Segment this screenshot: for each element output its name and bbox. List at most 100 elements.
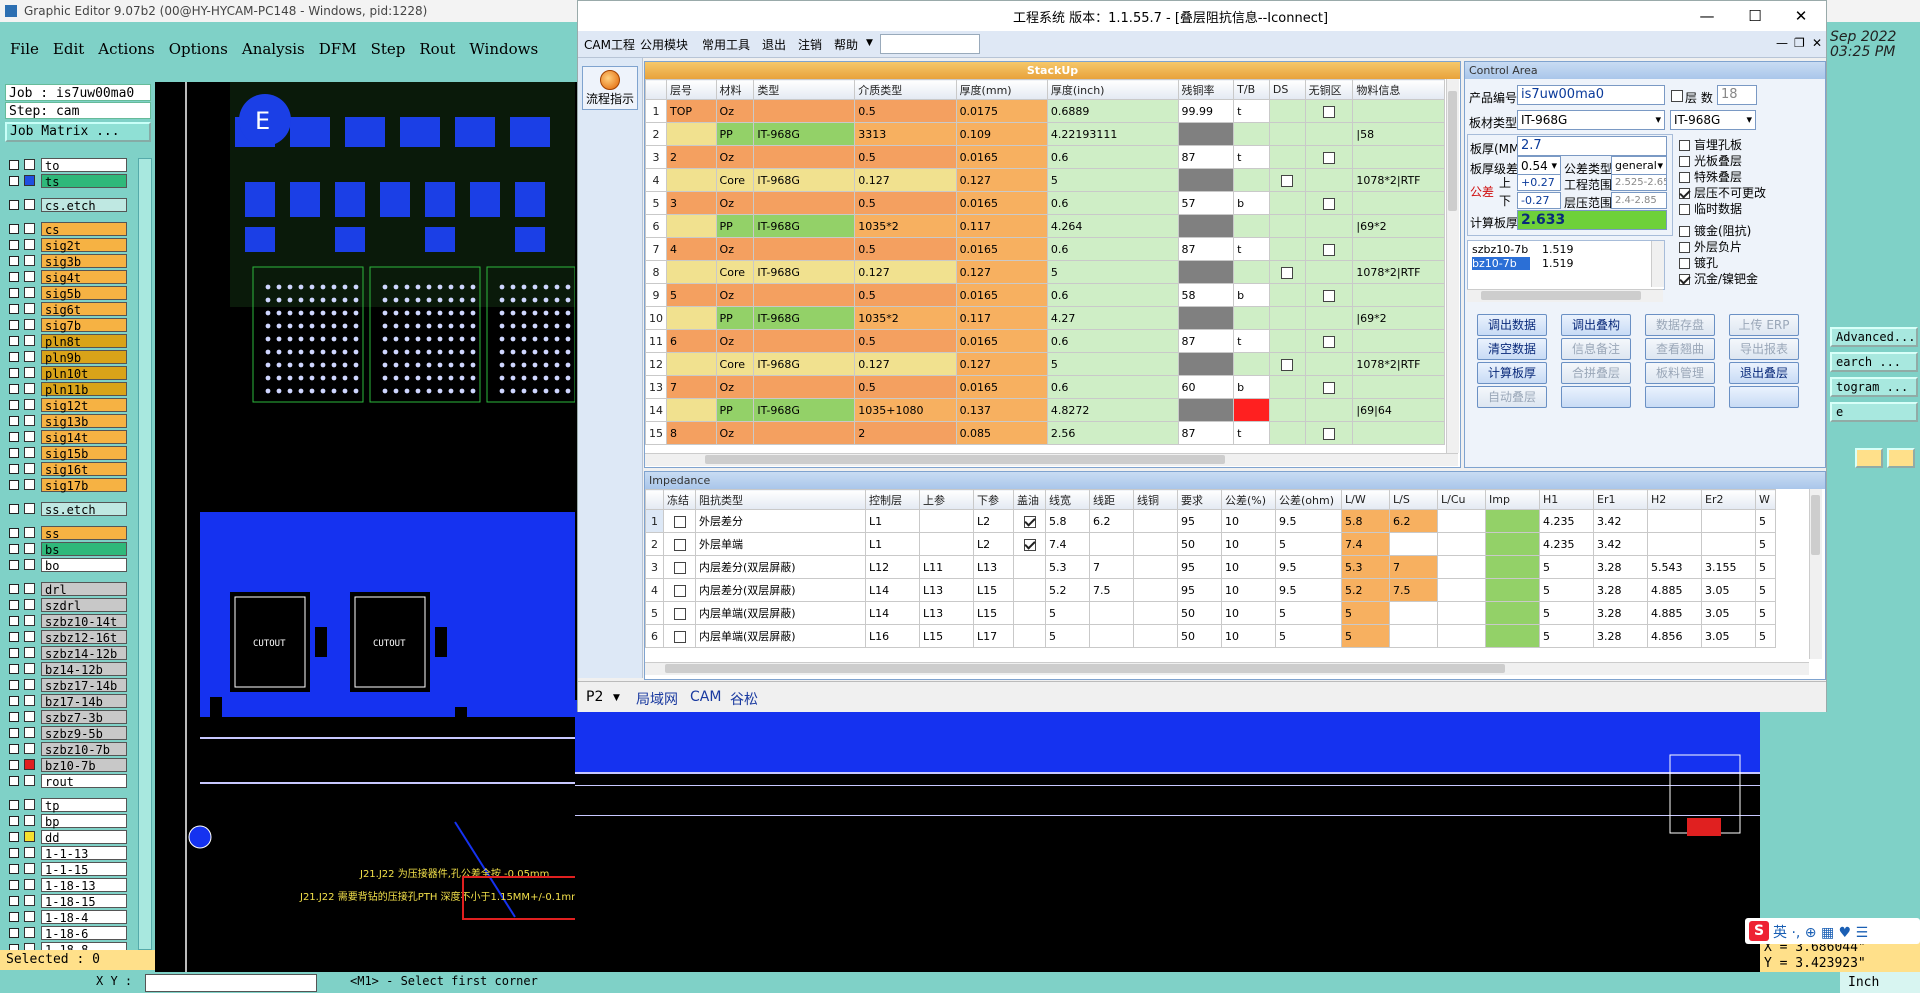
option-checkbox[interactable]: 临时数据	[1679, 200, 1742, 217]
impedance-tp-cell[interactable]: 10	[1221, 532, 1276, 556]
layer-color-swatch[interactable]	[24, 759, 35, 770]
impedance-tp-cell[interactable]: 10	[1221, 578, 1276, 602]
tb-cell[interactable]	[1233, 306, 1270, 330]
tb-cell[interactable]	[1233, 352, 1270, 376]
layer-color-swatch[interactable]	[24, 679, 35, 690]
layer-color-swatch[interactable]	[24, 911, 35, 922]
impedance-lw-cell[interactable]: 5	[1341, 624, 1390, 648]
impedance-row[interactable]: 4 内层差分(双层屏蔽) L14 L13 L15 5.2 7.5 95 10 9.5 5.2 7.5 5…	[645, 578, 1776, 602]
stackup-row[interactable]: 6 PP IT-968G 1035*2 0.117 4.264 |69*2	[645, 214, 1445, 238]
layer-checkbox[interactable]	[9, 560, 19, 570]
impedance-x-cell[interactable]: 5	[1755, 555, 1776, 579]
medium-cell[interactable]: 0.5	[854, 191, 957, 215]
stackup-row-number[interactable]: 15	[645, 421, 667, 445]
impedance-ctrl-cell[interactable]: L1	[865, 532, 920, 556]
bz-list-hscroll[interactable]	[1467, 289, 1663, 302]
stackup-row[interactable]: 1 TOP Oz 0.5 0.0175 0.6889 99.99 t	[645, 99, 1445, 123]
impedance-ctrl-cell[interactable]: L14	[865, 601, 920, 625]
layer-row[interactable]: bz17-14b	[5, 694, 127, 709]
impedance-type-cell[interactable]: 内层差分(双层屏蔽)	[695, 578, 866, 602]
layer-no-cell[interactable]: 2	[666, 145, 717, 169]
impedance-col-header[interactable]: Er2	[1701, 489, 1756, 510]
type-cell[interactable]: IT-968G	[753, 352, 856, 376]
impedance-h2-cell[interactable]: 4.885	[1647, 578, 1702, 602]
layer-row[interactable]: cs.etch	[5, 198, 127, 213]
option-checkbox[interactable]: 盲埋孔板	[1679, 136, 1742, 153]
layer-checkbox[interactable]	[9, 336, 19, 346]
layer-checkbox[interactable]	[9, 432, 19, 442]
layer-row[interactable]: pln9b	[5, 350, 127, 365]
control-button[interactable]: 板料管理	[1645, 362, 1715, 384]
layer-row[interactable]: sig6t	[5, 302, 127, 317]
layer-color-swatch[interactable]	[24, 255, 35, 266]
layer-row[interactable]: sig16t	[5, 462, 127, 477]
layer-checkbox[interactable]	[9, 384, 19, 394]
impedance-row[interactable]: 2 外层单端 L1 L2 7.4 50 10 5 7.4 4.235 3.42 5	[645, 532, 1776, 556]
layer-no-cell[interactable]	[666, 260, 717, 284]
impedance-h1-cell[interactable]: 5	[1539, 555, 1594, 579]
product-id-input[interactable]: is7uw00ma0	[1517, 85, 1665, 105]
impedance-down-cell[interactable]: L15	[973, 601, 1014, 625]
thickness-mm-cell[interactable]: 0.0165	[955, 329, 1048, 353]
control-button[interactable]: 上传 ERP	[1729, 314, 1799, 336]
layer-color-swatch[interactable]	[24, 663, 35, 674]
layer-no-cell[interactable]	[666, 214, 717, 238]
thickness-inch-cell[interactable]: 4.264	[1046, 214, 1179, 238]
impedance-req-cell[interactable]: 95	[1177, 555, 1222, 579]
thickness-inch-cell[interactable]: 0.6889	[1046, 99, 1179, 123]
impedance-col-header[interactable]	[645, 489, 664, 510]
impedance-cu-cell[interactable]	[1133, 555, 1178, 579]
measure-tool-icon[interactable]	[1887, 448, 1915, 468]
stackup-row-number[interactable]: 3	[645, 145, 667, 169]
layer-row[interactable]: szbz12-16t	[5, 630, 127, 645]
layer-checkbox[interactable]	[9, 832, 19, 842]
impedance-lcu-cell[interactable]	[1437, 509, 1486, 533]
stackup-col-header[interactable]: 层号	[666, 79, 717, 100]
layer-row[interactable]: szdrl	[5, 598, 127, 613]
stackup-col-header[interactable]: 材料	[715, 79, 755, 100]
medium-cell[interactable]: 3313	[854, 122, 957, 146]
ds-checkbox[interactable]	[1281, 266, 1294, 279]
layer-checkbox[interactable]	[9, 544, 19, 554]
layer-color-swatch[interactable]	[24, 431, 35, 442]
layer-row[interactable]: sig5b	[5, 286, 127, 301]
layer-color-swatch[interactable]	[24, 583, 35, 594]
impedance-frz-cell[interactable]	[663, 578, 696, 602]
thickness-inch-cell[interactable]: 5	[1046, 352, 1179, 376]
thickness-inch-cell[interactable]: 4.22193111	[1046, 122, 1179, 146]
thickness-inch-cell[interactable]: 0.6	[1046, 237, 1179, 261]
stackup-row-number[interactable]: 11	[645, 329, 667, 353]
minimize-icon[interactable]: —	[1684, 3, 1730, 29]
layer-color-swatch[interactable]	[24, 199, 35, 210]
option-check-icon[interactable]	[1679, 188, 1690, 199]
layer-row[interactable]: dd	[5, 830, 127, 845]
tb-cell[interactable]: t	[1233, 237, 1270, 261]
no-copper-checkbox[interactable]	[1323, 197, 1335, 210]
type-cell[interactable]: IT-968G	[753, 168, 856, 192]
impedance-x-cell[interactable]: 5	[1755, 532, 1776, 556]
material-cell[interactable]: Oz	[715, 99, 755, 123]
material-info-cell[interactable]	[1352, 237, 1445, 261]
layer-color-swatch[interactable]	[24, 335, 35, 346]
thickness-mm-cell[interactable]: 0.137	[955, 398, 1048, 422]
layer-row[interactable]: bo	[5, 558, 127, 573]
impedance-up-cell[interactable]	[919, 509, 974, 533]
thickness-mm-cell[interactable]: 0.0165	[955, 283, 1048, 307]
impedance-tp-cell[interactable]: 10	[1221, 509, 1276, 533]
impedance-up-cell[interactable]: L13	[919, 601, 974, 625]
layer-row[interactable]: pln10t	[5, 366, 127, 381]
layer-color-swatch[interactable]	[24, 319, 35, 330]
upper-tol-input[interactable]: +0.27	[1517, 174, 1561, 191]
impedance-row[interactable]: 6 内层单端(双层屏蔽) L16 L15 L17 5 50 10 5 5 5 3.28 4.856 3.0…	[645, 624, 1776, 648]
tab-lan[interactable]: 局域网	[636, 689, 678, 709]
impedance-tp-cell[interactable]: 10	[1221, 555, 1276, 579]
layer-checkbox[interactable]	[9, 176, 19, 186]
residual-copper-cell[interactable]: 58	[1177, 283, 1235, 307]
layer-row[interactable]: cs	[5, 222, 127, 237]
impedance-s-cell[interactable]: 6.2	[1089, 509, 1134, 533]
ge-menu-rout[interactable]: Rout	[419, 40, 455, 58]
stackup-col-header[interactable]: 残铜率	[1177, 79, 1235, 100]
layer-color-swatch[interactable]	[24, 463, 35, 474]
stackup-col-header[interactable]	[645, 79, 667, 100]
control-button[interactable]	[1561, 386, 1631, 408]
